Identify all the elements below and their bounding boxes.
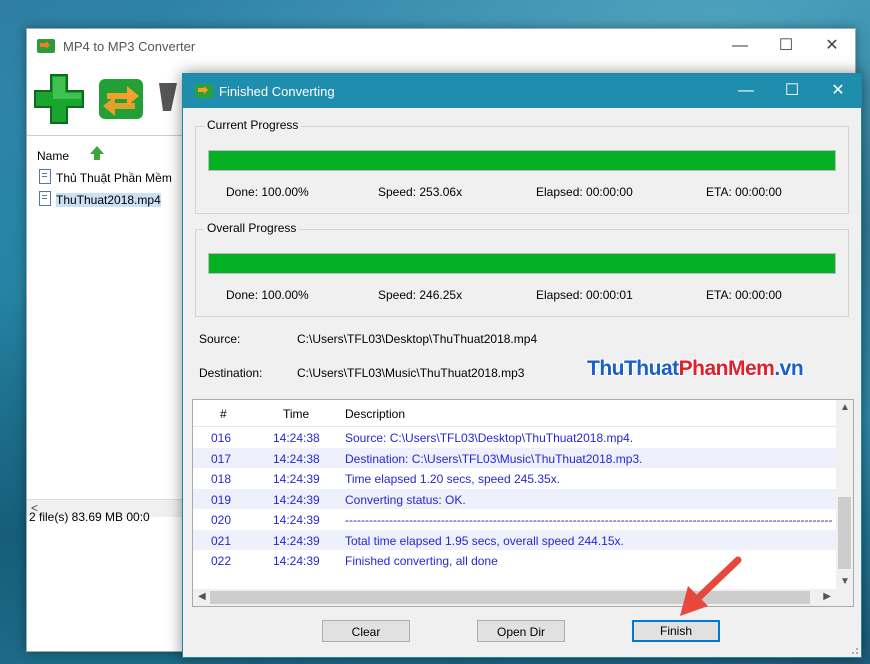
status-bar: 2 file(s) 83.69 MB 00:0 — [29, 510, 150, 524]
log-description: Time elapsed 1.20 secs, speed 245.35x. — [345, 472, 561, 486]
watermark-logo: ThuThuatPhanMem.vn — [587, 357, 804, 380]
overall-done: Done: 100.00% — [226, 288, 309, 302]
log-row[interactable]: 021 14:24:39 Total time elapsed 1.95 secs,… — [193, 529, 836, 550]
log-list[interactable]: # Time Description 016 14:24:38 Source: C:… — [192, 399, 854, 607]
log-horizontal-scrollbar[interactable]: ◀ ▶ — [193, 589, 853, 606]
list-header[interactable]: Name — [27, 137, 182, 163]
overall-speed: Speed: 246.25x — [378, 288, 463, 302]
log-time: 14:24:39 — [273, 533, 320, 548]
main-titlebar: MP4 to MP3 Converter — ☐ ✕ — [27, 29, 855, 63]
scroll-up-icon[interactable]: ▲ — [840, 402, 850, 413]
current-progress-bar — [208, 150, 836, 171]
tool-icon[interactable] — [153, 71, 183, 127]
finish-button[interactable]: Finish — [632, 620, 720, 642]
overall-progress-bar — [208, 253, 836, 274]
dialog-title: Finished Converting — [219, 84, 335, 99]
source-row: Source: C:\Users\TFL03\Desktop\ThuThuat2… — [199, 332, 537, 346]
close-button[interactable]: ✕ — [809, 29, 855, 63]
column-time[interactable]: Time — [283, 407, 309, 421]
current-progress-group: Current Progress Done: 100.00% Speed: 25… — [195, 118, 849, 214]
log-header: # Time Description — [193, 400, 836, 427]
sort-up-icon — [90, 146, 104, 160]
log-time: 14:24:39 — [273, 492, 320, 507]
maximize-button[interactable]: ☐ — [763, 29, 809, 63]
log-description: ----------------------------------------… — [345, 513, 833, 527]
log-description: Source: C:\Users\TFL03\Desktop\ThuThuat2… — [345, 431, 634, 445]
file-icon — [39, 169, 51, 184]
clear-button[interactable]: Clear — [322, 620, 410, 642]
log-description: Destination: C:\Users\TFL03\Music\ThuThu… — [345, 451, 643, 466]
log-number: 021 — [211, 533, 232, 548]
scroll-left-icon[interactable]: ◀ — [198, 591, 206, 602]
dialog-titlebar: Finished Converting — ☐ ✕ — [183, 74, 861, 108]
name-column-header[interactable]: Name — [37, 149, 69, 163]
destination-path: C:\Users\TFL03\Music\ThuThuat2018.mp3 — [297, 366, 525, 380]
current-progress-label: Current Progress — [204, 118, 302, 132]
column-description[interactable]: Description — [345, 407, 405, 421]
minimize-button[interactable]: — — [717, 29, 763, 63]
file-list[interactable]: Name Thủ Thuật Phần Mềm ThuThuat2018.mp4 — [27, 137, 183, 499]
file-name: ThuThuat2018.mp4 — [56, 193, 161, 207]
overall-progress-label: Overall Progress — [204, 221, 300, 235]
log-time: 14:24:38 — [273, 451, 320, 466]
overall-eta: ETA: 00:00:00 — [706, 288, 782, 302]
log-row[interactable]: 016 14:24:38 Source: C:\Users\TFL03\Deskto… — [193, 427, 836, 447]
progress-fill — [209, 254, 835, 273]
list-item[interactable]: Thủ Thuật Phần Mềm — [39, 169, 199, 187]
convert-icon[interactable] — [93, 71, 149, 127]
log-row[interactable]: 017 14:24:38 Destination: C:\Users\TFL03\M… — [193, 447, 836, 468]
overall-progress-group: Overall Progress Done: 100.00% Speed: 24… — [195, 221, 849, 317]
current-speed: Speed: 253.06x — [378, 185, 463, 199]
column-number[interactable]: # — [220, 407, 227, 421]
scroll-down-icon[interactable]: ▼ — [840, 576, 850, 587]
log-row[interactable]: 022 14:24:39 Finished converting, all done — [193, 550, 836, 570]
maximize-button[interactable]: ☐ — [769, 74, 815, 108]
log-description: Total time elapsed 1.95 secs, overall sp… — [345, 533, 624, 548]
current-eta: ETA: 00:00:00 — [706, 185, 782, 199]
log-number: 017 — [211, 451, 232, 466]
list-item[interactable]: ThuThuat2018.mp4 — [39, 191, 199, 209]
scroll-thumb[interactable] — [838, 497, 851, 569]
log-number: 018 — [211, 472, 232, 486]
source-path: C:\Users\TFL03\Desktop\ThuThuat2018.mp4 — [297, 332, 538, 346]
scroll-right-icon[interactable]: ▶ — [823, 591, 831, 602]
file-icon — [39, 191, 51, 206]
resize-grip-icon[interactable] — [849, 645, 859, 655]
log-number: 022 — [211, 554, 232, 568]
main-window-title: MP4 to MP3 Converter — [63, 39, 196, 54]
log-number: 019 — [211, 492, 232, 507]
destination-label: Destination: — [199, 366, 263, 380]
log-time: 14:24:38 — [273, 431, 320, 445]
close-button[interactable]: ✕ — [815, 74, 861, 108]
log-time: 14:24:39 — [273, 513, 320, 527]
finished-converting-dialog: Finished Converting — ☐ ✕ Current Progress… — [182, 73, 862, 658]
open-dir-button[interactable]: Open Dir — [477, 620, 565, 642]
scroll-thumb[interactable] — [210, 591, 810, 604]
add-icon[interactable] — [31, 71, 87, 127]
log-description: Finished converting, all done — [345, 554, 498, 568]
progress-fill — [209, 151, 835, 170]
overall-elapsed: Elapsed: 00:00:01 — [536, 288, 633, 302]
minimize-button[interactable]: — — [723, 74, 769, 108]
current-done: Done: 100.00% — [226, 185, 309, 199]
log-vertical-scrollbar[interactable]: ▲ ▼ — [836, 400, 853, 589]
log-row[interactable]: 019 14:24:39 Converting status: OK. — [193, 488, 836, 509]
log-time: 14:24:39 — [273, 472, 320, 486]
log-number: 016 — [211, 431, 232, 445]
app-icon — [195, 84, 213, 98]
log-row[interactable]: 020 14:24:39 -----------------------------… — [193, 509, 836, 529]
current-elapsed: Elapsed: 00:00:00 — [536, 185, 633, 199]
log-row[interactable]: 018 14:24:39 Time elapsed 1.20 secs, speed… — [193, 468, 836, 488]
destination-row: Destination: C:\Users\TFL03\Music\ThuThu… — [199, 366, 524, 380]
source-label: Source: — [199, 332, 241, 346]
log-time: 14:24:39 — [273, 554, 320, 568]
app-icon — [37, 39, 55, 53]
log-number: 020 — [211, 513, 232, 527]
log-description: Converting status: OK. — [345, 492, 466, 507]
file-name: Thủ Thuật Phần Mềm — [56, 171, 172, 185]
